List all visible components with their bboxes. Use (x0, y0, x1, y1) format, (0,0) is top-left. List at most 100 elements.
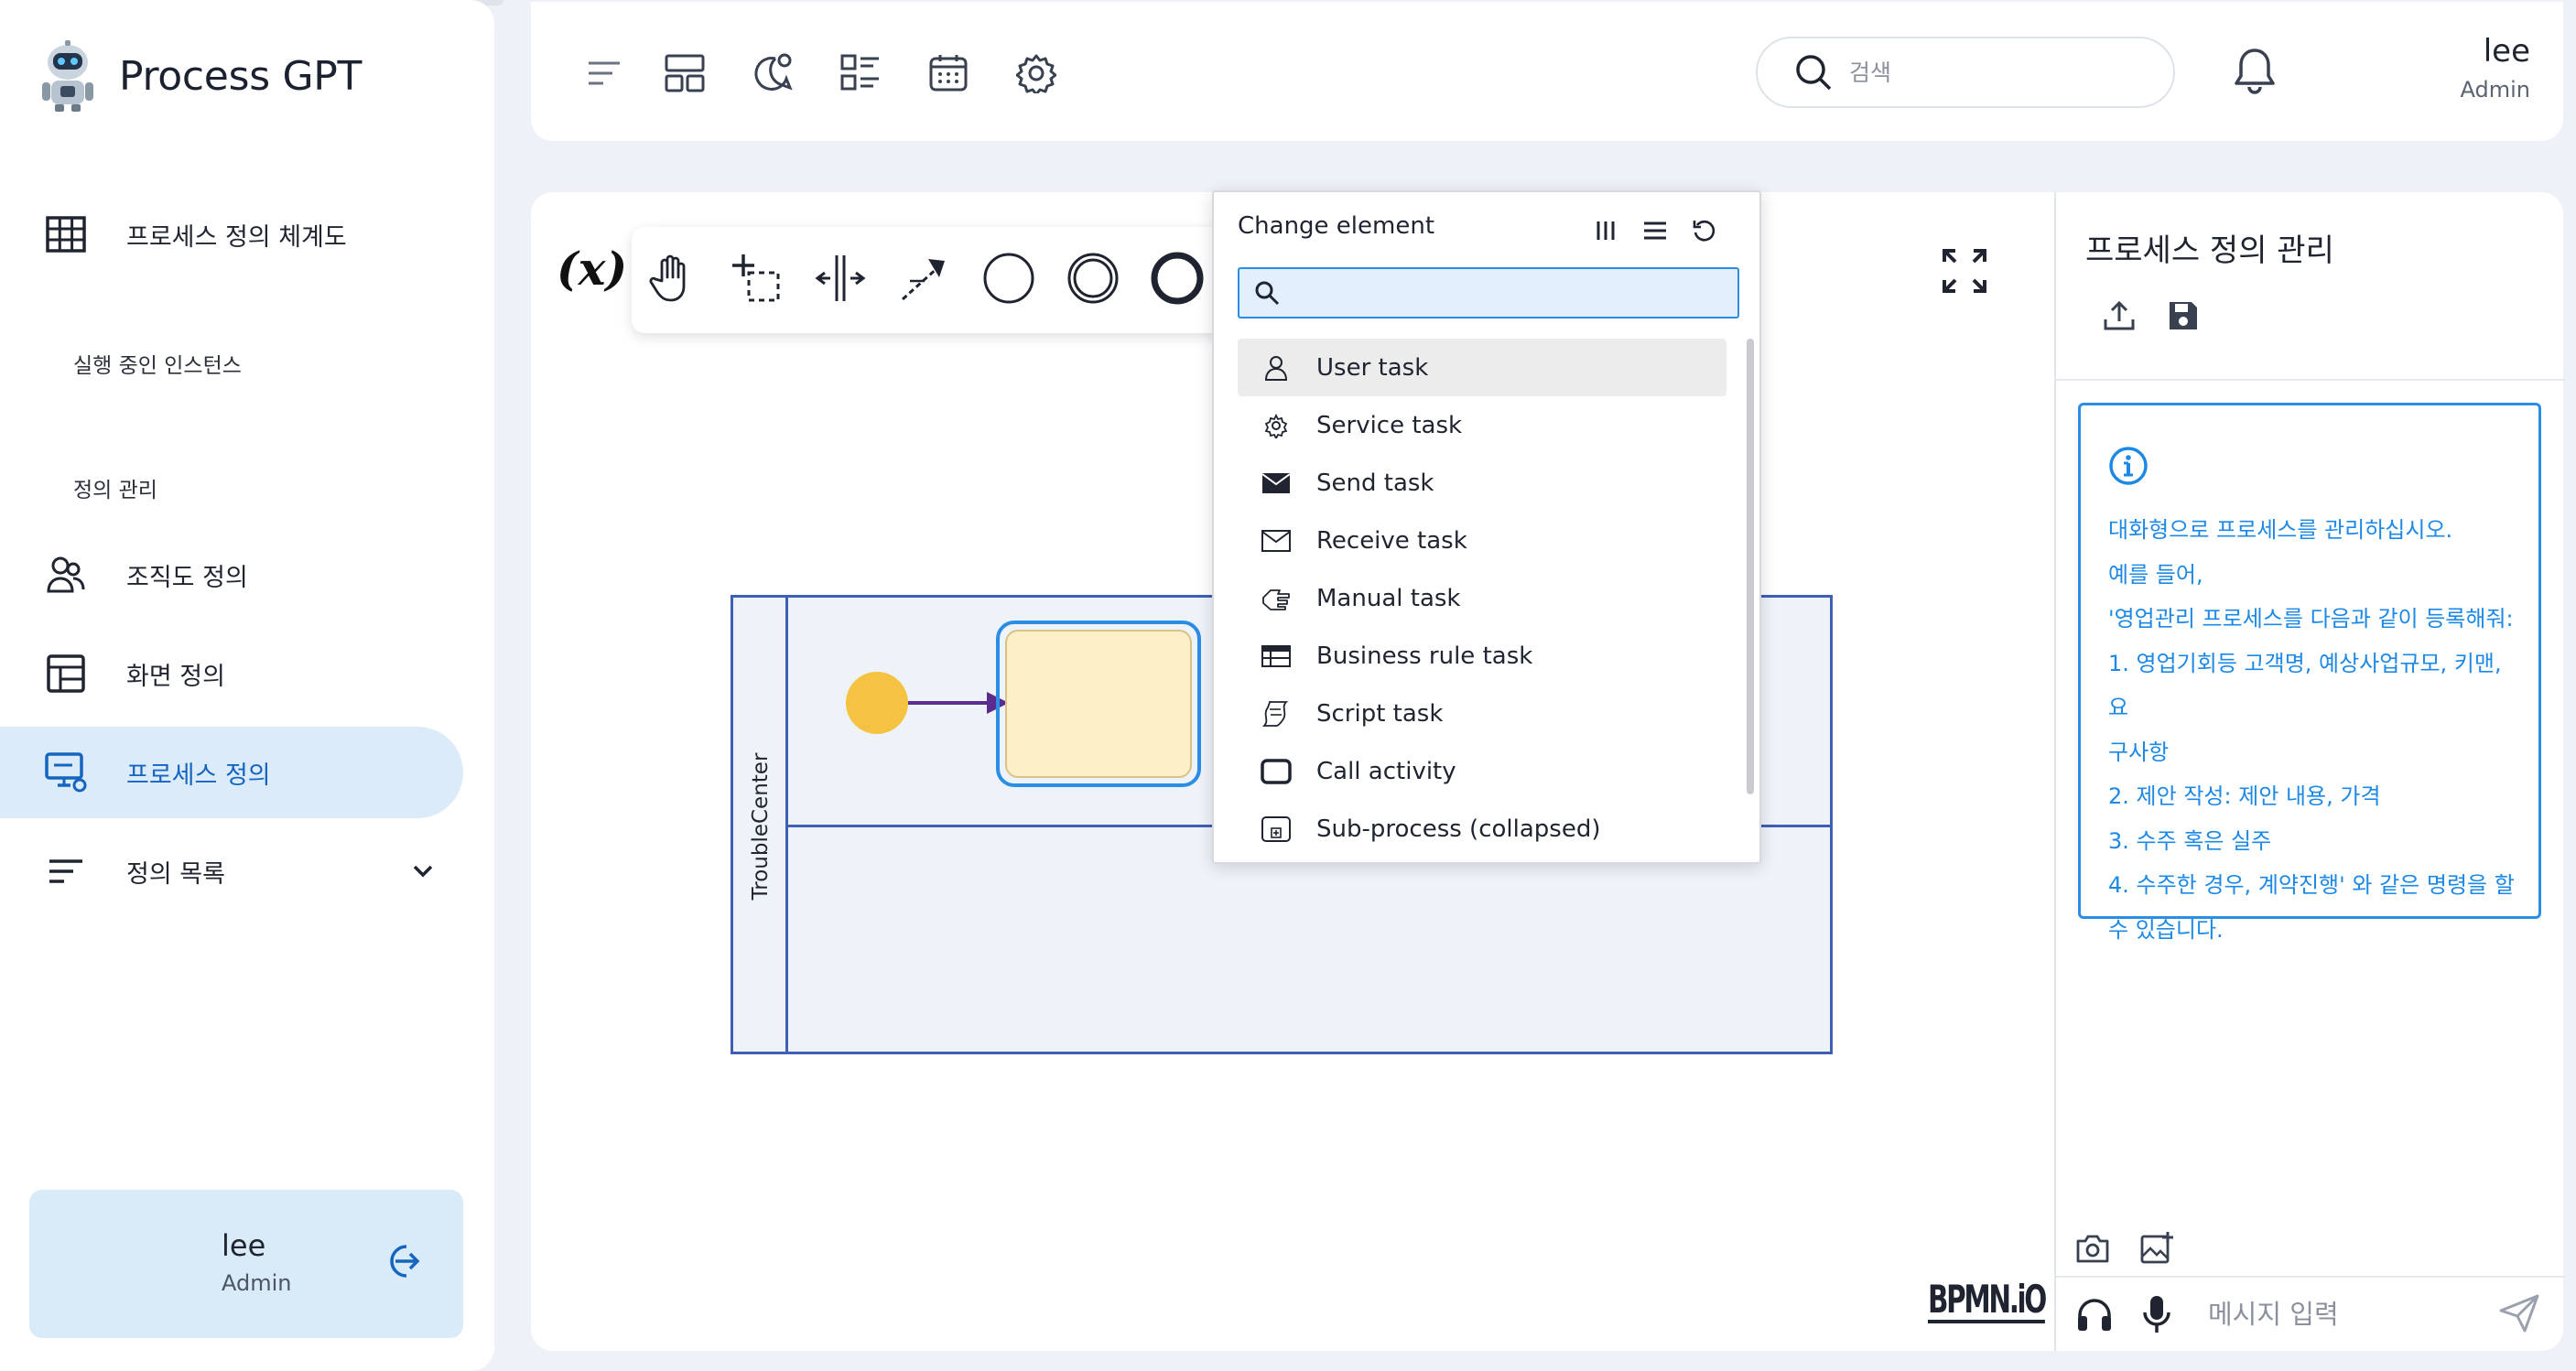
global-search[interactable] (1756, 37, 2175, 108)
option-manual-task[interactable]: Manual task (1238, 569, 1726, 627)
add-image-icon[interactable] (2137, 1228, 2177, 1268)
info-line: 4. 수주한 경우, 계약진행' 와 같은 명령을 할 (2108, 872, 2515, 898)
section-caption-definitions: 정의 관리 (73, 479, 157, 502)
option-label: Receive task (1316, 526, 1467, 555)
option-user-task[interactable]: User task (1238, 339, 1726, 396)
dashboard-layout-icon[interactable] (659, 48, 710, 99)
option-label: Manual task (1316, 584, 1461, 612)
sidebar-item-label: 정의 목록 (126, 859, 225, 889)
manual-task-icon (1260, 582, 1293, 615)
option-label: Script task (1316, 699, 1444, 728)
section-caption-running: 실행 중인 인스턴스 (73, 354, 242, 378)
top-bar: lee Admin (531, 2, 2563, 141)
option-script-task[interactable]: Script task (1238, 685, 1726, 742)
info-line: 수 있습니다. (2108, 916, 2224, 943)
lasso-tool-icon[interactable] (723, 245, 789, 311)
sidebar-item-label: 화면 정의 (126, 662, 225, 691)
option-business-rule-task[interactable]: Business rule task (1238, 627, 1726, 685)
topbar-user[interactable]: lee Admin (2461, 33, 2531, 103)
info-line: 구사항 (2108, 739, 2170, 765)
option-label: Sub-process (collapsed) (1316, 815, 1601, 843)
panel-divider (2056, 379, 2565, 381)
camera-icon[interactable] (2073, 1228, 2113, 1268)
intermediate-event-tool-icon[interactable] (1060, 245, 1126, 311)
robot-logo-icon (42, 40, 93, 112)
list-icon (42, 847, 90, 895)
sequence-flow[interactable] (908, 701, 998, 705)
option-label: Call activity (1316, 757, 1456, 785)
layout-icon (42, 650, 90, 697)
option-label: Send task (1316, 469, 1434, 497)
business-rule-task-icon (1260, 640, 1293, 673)
popup-search-input[interactable] (1287, 279, 1726, 307)
receive-task-icon (1260, 524, 1293, 557)
info-line: 예를 들어, (2108, 561, 2203, 588)
sidebar-item-screen-definition[interactable]: 화면 정의 (0, 628, 463, 719)
sidebar-item-process-map[interactable]: 프로세스 정의 체계도 (0, 189, 463, 280)
message-input[interactable] (2208, 1289, 2483, 1340)
sidebar-item-label: 프로세스 정의 체계도 (126, 222, 347, 252)
info-text: 대화형으로 프로세스를 관리하십시오. 예를 들어, '영업관리 프로세스를 다… (2108, 508, 2522, 952)
columns-view-icon[interactable] (1591, 216, 1620, 245)
info-line: 2. 제안 작성: 제안 내용, 가격 (2108, 783, 2381, 809)
logout-icon[interactable] (383, 1241, 423, 1285)
calendar-icon[interactable] (923, 48, 974, 99)
popup-search[interactable] (1238, 267, 1739, 318)
user-name: lee (222, 1228, 266, 1263)
send-icon[interactable] (2497, 1290, 2541, 1338)
upload-icon[interactable] (2098, 295, 2140, 337)
list-details-icon[interactable] (835, 48, 886, 99)
search-icon (1255, 281, 1280, 306)
menu-lines-icon[interactable] (579, 48, 630, 99)
gear-icon[interactable] (1011, 48, 1062, 99)
bell-icon[interactable] (2234, 46, 2276, 99)
fullscreen-icon[interactable] (1941, 247, 1988, 298)
grid-icon (42, 211, 90, 258)
hand-tool-icon[interactable] (639, 245, 705, 311)
input-divider (2056, 1276, 2565, 1278)
option-receive-task[interactable]: Receive task (1238, 512, 1726, 569)
chevron-down-icon[interactable] (410, 858, 436, 888)
pool-label-area: TroubleCenter (733, 598, 788, 1052)
chat-bubble-icon[interactable] (747, 48, 798, 99)
sub-process-icon (1260, 813, 1293, 846)
send-task-icon (1260, 467, 1293, 500)
microphone-icon[interactable] (2133, 1290, 2181, 1338)
popup-options-list: User task Service task Send task Receive… (1238, 339, 1726, 858)
search-input[interactable] (1849, 59, 2124, 86)
option-send-task[interactable]: Send task (1238, 454, 1726, 512)
sidebar-item-label: 프로세스 정의 (126, 761, 271, 790)
start-event[interactable] (846, 672, 908, 734)
change-element-popup: Change element User task Service task Se… (1212, 190, 1761, 864)
variables-toggle[interactable]: (x) (557, 242, 627, 296)
reset-icon[interactable] (1690, 216, 1719, 245)
start-event-tool-icon[interactable] (976, 245, 1042, 311)
search-icon (1796, 55, 1832, 91)
end-event-tool-icon[interactable] (1144, 245, 1210, 311)
save-icon[interactable] (2162, 295, 2204, 337)
pool-label: TroubleCenter (749, 752, 773, 901)
user-card: lee Admin (29, 1190, 463, 1338)
info-box: 대화형으로 프로세스를 관리하십시오. 예를 들어, '영업관리 프로세스를 다… (2078, 403, 2541, 943)
script-task-icon (1260, 697, 1293, 730)
popup-scrollbar[interactable] (1747, 339, 1754, 794)
global-connect-tool-icon[interactable] (892, 245, 958, 311)
sidebar-item-definition-list[interactable]: 정의 목록 (0, 826, 463, 917)
process-monitor-icon (42, 749, 90, 796)
brand[interactable]: Process GPT (35, 40, 362, 112)
option-service-task[interactable]: Service task (1238, 396, 1726, 454)
rows-view-icon[interactable] (1640, 216, 1670, 245)
option-label: User task (1316, 353, 1429, 382)
info-line: 1. 영업기회등 고객명, 예상사업규모, 키맨, 요 (2108, 650, 2502, 721)
headset-icon[interactable] (2071, 1290, 2118, 1338)
user-task-icon (1260, 351, 1293, 384)
option-call-activity[interactable]: Call activity (1238, 742, 1726, 800)
topbar-user-role: Admin (2460, 77, 2531, 103)
app-name: Process GPT (119, 52, 363, 100)
bpmn-io-logo[interactable]: BPMN.iO (1928, 1279, 2047, 1324)
option-sub-process-collapsed[interactable]: Sub-process (collapsed) (1238, 800, 1726, 858)
sidebar-item-org-chart[interactable]: 조직도 정의 (0, 529, 463, 621)
space-tool-icon[interactable] (807, 245, 873, 311)
sidebar-item-process-definition[interactable]: 프로세스 정의 (0, 727, 463, 818)
task-element[interactable] (1005, 630, 1192, 778)
